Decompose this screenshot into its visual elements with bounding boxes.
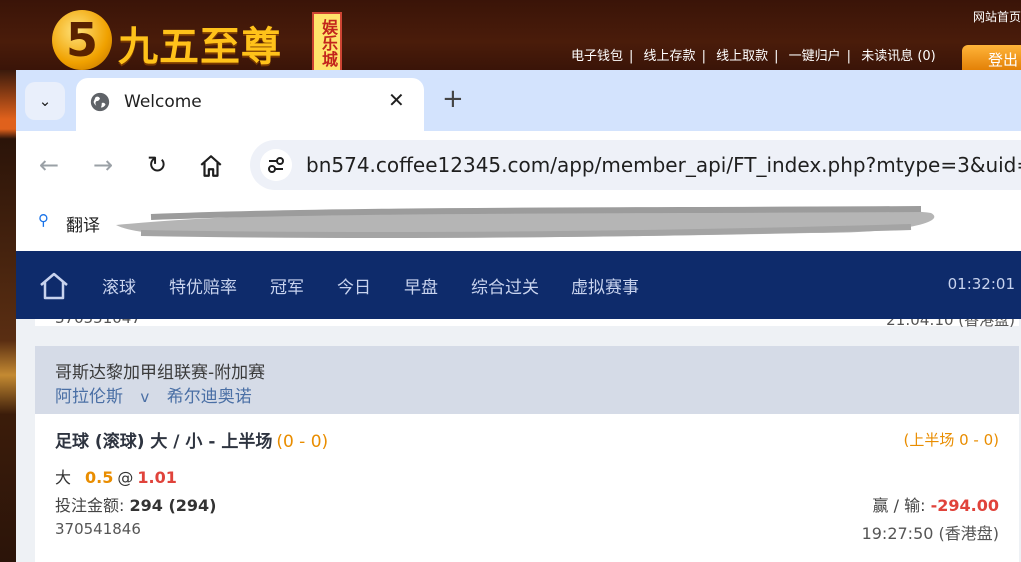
sports-page: 滚球 特优赔率 冠军 今日 早盘 综合过关 虚拟赛事 01:32:01 3705…	[16, 251, 1021, 562]
bet-id: 370541846	[55, 520, 141, 538]
bookmarks-bar: ⚲ 翻译	[16, 197, 1021, 251]
tab-title: Welcome	[124, 92, 202, 112]
clock: 01:32:01	[947, 275, 1015, 293]
nav-today[interactable]: 今日	[337, 273, 371, 298]
site-info-icon[interactable]	[260, 149, 292, 181]
versus: v	[140, 388, 150, 406]
site-logo-text: 九五至尊	[118, 23, 282, 70]
home-icon[interactable]	[38, 271, 70, 301]
close-icon[interactable]: ✕	[388, 88, 405, 112]
globe-icon	[90, 92, 110, 112]
home-team: 阿拉伦斯	[55, 387, 123, 407]
site-home-link[interactable]: 网站首页	[973, 8, 1021, 25]
address-bar[interactable]: bn574.coffee12345.com/app/member_api/FT_…	[250, 140, 1021, 190]
nav-virtual[interactable]: 虚拟赛事	[571, 273, 639, 298]
site-header: 5 九五至尊 娱乐城 网站首页 电子钱包 | 线上存款 | 线上取款 | 一键归户 | …	[0, 0, 1021, 74]
bet-market: 足球 (滚球) 大 / 小 - 上半场	[55, 432, 273, 452]
logout-button[interactable]: 登出	[962, 45, 1021, 73]
league-name: 哥斯达黎加甲组联赛-附加赛	[55, 363, 266, 383]
site-nav-consolidate[interactable]: 一键归户	[789, 49, 841, 64]
stake-line: 投注金额: 294 (294)	[55, 492, 217, 516]
stake-value: 294 (294)	[129, 496, 217, 515]
site-logo-sub: 娱乐城	[312, 12, 342, 74]
reload-icon[interactable]: ↻	[140, 148, 174, 182]
bookmark-translate[interactable]: 翻译	[66, 211, 100, 236]
sports-nav: 滚球 特优赔率 冠军 今日 早盘 综合过关 虚拟赛事 01:32:01	[16, 251, 1021, 319]
tab-welcome[interactable]: Welcome ✕	[76, 78, 424, 131]
site-logo-mark: 5	[52, 10, 112, 70]
site-nav-withdraw[interactable]: 线上取款	[716, 49, 768, 64]
result-line: 赢 / 输: -294.00	[873, 492, 999, 516]
result-label: 赢 / 输:	[872, 496, 926, 515]
tab-strip: ⌄ Welcome ✕ +	[16, 70, 1021, 131]
tab-search-button[interactable]: ⌄	[25, 82, 65, 120]
selection-line: 大 0.5 @1.01	[55, 464, 177, 488]
site-nav-messages[interactable]: 未读讯息 (0)	[861, 49, 936, 64]
redaction-scribble	[116, 206, 935, 238]
browser-window: ⌄ Welcome ✕ + ← → ↻ bn574.coffee12345.co…	[16, 70, 1021, 562]
home-icon[interactable]	[198, 153, 224, 179]
stake-label: 投注金额:	[55, 496, 125, 515]
toolbar: ← → ↻ bn574.coffee12345.com/app/member_a…	[16, 131, 1021, 197]
league-header: 哥斯达黎加甲组联赛-附加赛 阿拉伦斯 v 希尔迪奥诺	[35, 346, 1019, 414]
search-icon: ⚲	[38, 211, 49, 229]
at-sign: @	[117, 468, 134, 487]
new-tab-button[interactable]: +	[442, 84, 464, 114]
bet-title: 足球 (滚球) 大 / 小 - 上半场 (0 - 0)	[55, 427, 328, 452]
selection: 大	[55, 468, 72, 487]
site-nav-deposit[interactable]: 线上存款	[644, 49, 696, 64]
site-nav: 电子钱包 | 线上存款 | 线上取款 | 一键归户 | 未读讯息 (0)	[571, 49, 936, 64]
forward-arrow-icon[interactable]: →	[86, 148, 120, 182]
back-arrow-icon[interactable]: ←	[32, 148, 66, 182]
odds: 1.01	[137, 468, 177, 487]
half-score: (上半场 0 - 0)	[903, 431, 999, 449]
url-text: bn574.coffee12345.com/app/member_api/FT_…	[306, 153, 1021, 177]
match-teams: 阿拉伦斯 v 希尔迪奥诺	[55, 382, 252, 407]
away-team: 希尔迪奥诺	[166, 387, 252, 407]
bet-time: 19:27:50 (香港盘)	[861, 524, 999, 543]
bet-record: 足球 (滚球) 大 / 小 - 上半场 (0 - 0) (上半场 0 - 0) 大…	[35, 414, 1019, 562]
bet-score: (0 - 0)	[276, 432, 329, 452]
handicap: 0.5	[85, 468, 114, 487]
nav-parlay[interactable]: 综合过关	[471, 273, 539, 298]
nav-outright[interactable]: 冠军	[270, 273, 304, 298]
nav-early[interactable]: 早盘	[404, 273, 438, 298]
background-decoration	[0, 70, 16, 562]
result-value: -294.00	[930, 496, 999, 515]
nav-live[interactable]: 滚球	[102, 273, 136, 298]
chevron-down-icon: ⌄	[38, 92, 52, 110]
site-nav-wallet[interactable]: 电子钱包	[571, 49, 623, 64]
nav-special-odds[interactable]: 特优赔率	[169, 273, 237, 298]
